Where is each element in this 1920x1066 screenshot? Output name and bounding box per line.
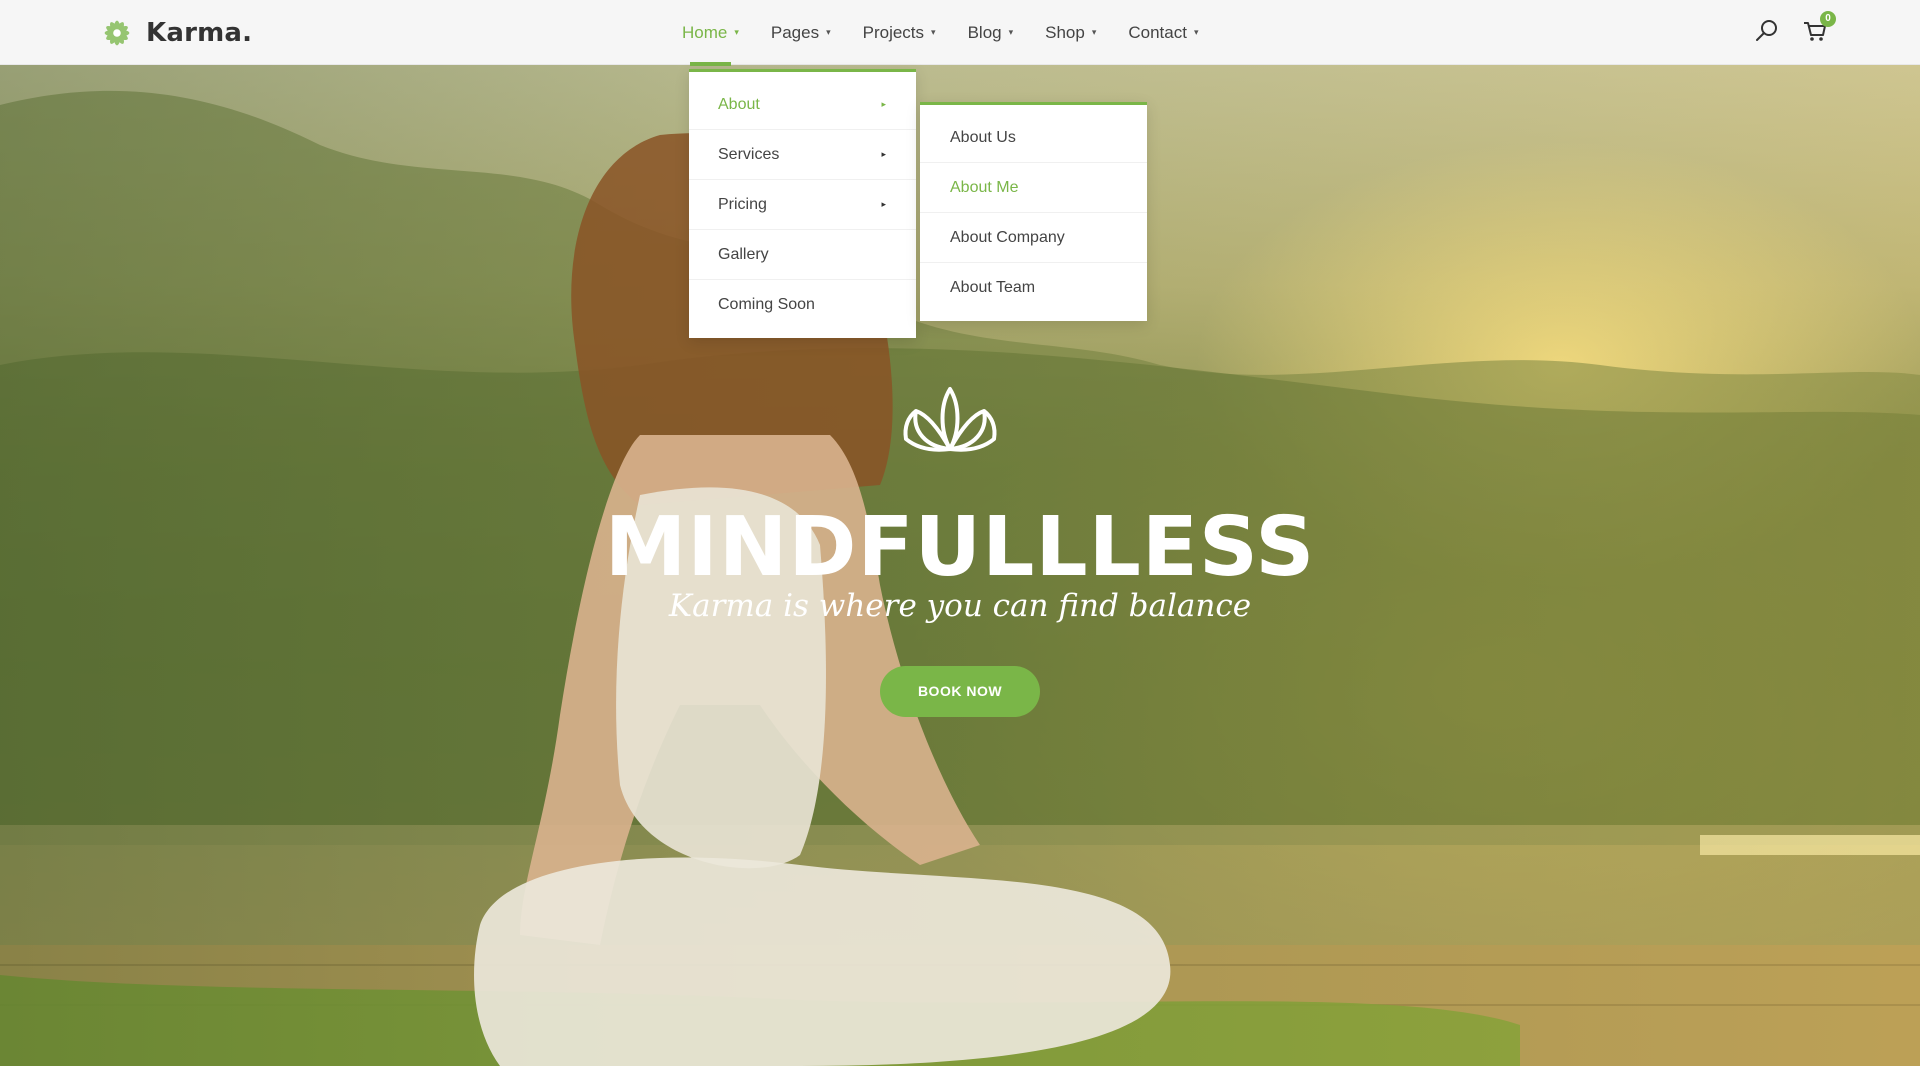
cart-icon[interactable]: 0 (1802, 11, 1836, 44)
chevron-right-icon: ▸ (881, 99, 886, 109)
chevron-down-icon: ▾ (1193, 27, 1199, 37)
search-icon[interactable] (1754, 18, 1780, 44)
submenu-item-about-me[interactable]: About Me (920, 163, 1147, 213)
nav-item-pages[interactable]: Pages ▾ (755, 0, 847, 65)
nav-item-home[interactable]: Home ▾ (666, 0, 755, 66)
menu-item-pricing[interactable]: Pricing ▸ (689, 180, 916, 230)
nav-item-contact[interactable]: Contact ▾ (1112, 0, 1214, 65)
nav-label: Home (682, 22, 728, 42)
menu-item-about[interactable]: About ▸ (689, 80, 916, 130)
menu-item-gallery[interactable]: Gallery (689, 230, 916, 280)
nav-item-blog[interactable]: Blog ▾ (952, 0, 1030, 65)
chevron-right-icon: ▸ (881, 149, 886, 159)
nav-label: Shop (1045, 22, 1085, 42)
header-actions: 0 (1754, 11, 1836, 44)
menu-item-label: About (718, 95, 760, 113)
site-header: Karma. Home ▾ Pages ▾ Projects ▾ Blog ▾ … (0, 0, 1920, 66)
lotus-icon (903, 387, 997, 452)
hero-title: MINDFULLLESS (604, 500, 1316, 595)
nav-label: Projects (862, 22, 925, 42)
nav-label: Contact (1128, 22, 1187, 42)
nav-label: Blog (967, 22, 1002, 42)
menu-item-label: Gallery (718, 245, 769, 263)
menu-item-label: Coming Soon (718, 296, 815, 313)
about-submenu: About Us About Me About Company About Te… (920, 102, 1147, 321)
home-dropdown-menu: About ▸ Services ▸ Pricing ▸ Gallery Com… (689, 69, 916, 338)
cart-count-badge: 0 (1820, 11, 1836, 27)
submenu-item-about-team[interactable]: About Team (920, 263, 1147, 313)
main-nav: Home ▾ Pages ▾ Projects ▾ Blog ▾ Shop ▾ … (666, 0, 1215, 66)
nav-item-projects[interactable]: Projects ▾ (847, 0, 952, 65)
nav-label: Pages (770, 22, 820, 42)
chevron-right-icon: ▸ (881, 199, 886, 209)
chevron-down-icon: ▾ (734, 27, 739, 37)
book-now-button[interactable]: BOOK NOW (880, 666, 1040, 717)
menu-item-label: Services (718, 145, 780, 163)
submenu-item-about-us[interactable]: About Us (920, 113, 1147, 163)
menu-item-coming-soon[interactable]: Coming Soon (689, 280, 916, 330)
flower-logo-icon (104, 20, 130, 46)
chevron-down-icon: ▾ (826, 27, 831, 37)
menu-item-services[interactable]: Services ▸ (689, 130, 916, 180)
chevron-down-icon: ▾ (1091, 27, 1097, 37)
logo[interactable]: Karma. (98, 14, 252, 52)
nav-item-shop[interactable]: Shop ▾ (1029, 0, 1112, 65)
brand-name: Karma. (146, 18, 253, 48)
hero-subtitle: Karma is where you can find balance (668, 588, 1252, 624)
submenu-item-about-company[interactable]: About Company (920, 213, 1147, 263)
menu-item-label: Pricing (718, 195, 767, 213)
chevron-down-icon: ▾ (931, 27, 936, 37)
chevron-down-icon: ▾ (1008, 27, 1014, 37)
